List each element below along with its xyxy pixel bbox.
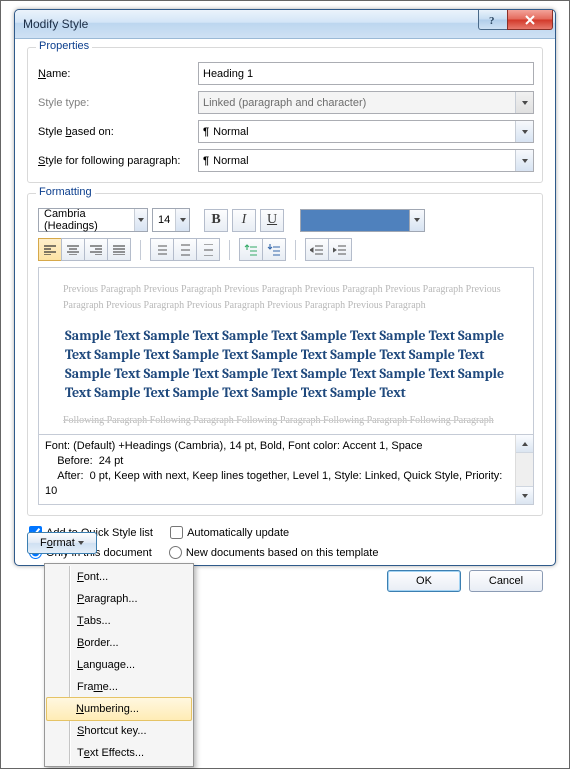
formatting-legend: Formatting xyxy=(36,186,95,198)
preview-following-text: Following Paragraph Following Paragraph … xyxy=(63,413,515,429)
scope-row: Only in this document New documents base… xyxy=(29,546,541,562)
space-before-dec-button[interactable] xyxy=(262,238,286,261)
decrease-indent-button[interactable] xyxy=(305,238,328,261)
chevron-down-icon xyxy=(414,218,420,222)
dialog-body: Properties Name: Style type: Linked (par… xyxy=(15,39,555,602)
preview-sample-text: Sample Text Sample Text Sample Text Samp… xyxy=(65,327,513,403)
format-menu: Font... Paragraph... Tabs... Border... L… xyxy=(44,563,194,767)
chevron-down-icon[interactable] xyxy=(175,209,189,231)
format-label: Format xyxy=(40,537,75,549)
menu-paragraph[interactable]: Paragraph... xyxy=(47,588,191,610)
spacing-1.5-button[interactable] xyxy=(173,238,196,261)
chevron-down-icon[interactable] xyxy=(515,121,533,142)
preview-previous-text: Previous Paragraph Previous Paragraph Pr… xyxy=(63,282,515,313)
following-label: Style for following paragraph: xyxy=(38,155,198,167)
chevron-down-icon[interactable] xyxy=(134,209,147,231)
justify-button[interactable] xyxy=(107,238,131,261)
close-button[interactable] xyxy=(507,10,553,30)
increase-indent-button[interactable] xyxy=(328,238,352,261)
style-type-value: Linked (paragraph and character) xyxy=(199,97,515,109)
font-color-dropdown[interactable] xyxy=(409,209,425,232)
following-value: Normal xyxy=(213,155,248,167)
align-left-button[interactable] xyxy=(38,238,61,261)
space-before-inc-button[interactable] xyxy=(239,238,262,261)
scroll-up-icon[interactable] xyxy=(516,435,533,453)
bold-button[interactable]: B xyxy=(204,209,228,232)
menu-font[interactable]: Font... xyxy=(47,566,191,588)
summary-scrollbar[interactable] xyxy=(515,435,533,504)
menu-text-effects[interactable]: Text Effects... xyxy=(47,742,191,764)
summary-line: Before: 24 pt xyxy=(45,454,509,469)
name-input[interactable] xyxy=(198,62,534,85)
style-summary: Font: (Default) +Headings (Cambria), 14 … xyxy=(38,435,534,505)
pilcrow-icon: ¶ xyxy=(203,155,209,167)
help-button[interactable]: ? xyxy=(478,10,508,30)
new-docs-radio[interactable]: New documents based on this template xyxy=(169,546,379,559)
align-right-button[interactable] xyxy=(84,238,107,261)
summary-line: Font: (Default) +Headings (Cambria), 14 … xyxy=(45,439,509,454)
italic-button[interactable]: I xyxy=(232,209,256,232)
underline-button[interactable]: U xyxy=(260,209,284,232)
font-value: Cambria (Headings) xyxy=(39,208,134,232)
pilcrow-icon: ¶ xyxy=(203,126,209,138)
menu-numbering[interactable]: Numbering... xyxy=(46,697,192,721)
name-label: Name: xyxy=(38,68,198,80)
font-combo[interactable]: Cambria (Headings) xyxy=(38,208,148,232)
help-icon: ? xyxy=(488,14,498,26)
titlebar[interactable]: Modify Style ? xyxy=(15,10,555,39)
modify-style-dialog: Modify Style ? Properties Name: Style ty… xyxy=(14,9,556,566)
based-on-label: Style based on: xyxy=(38,126,198,138)
summary-line: After: 0 pt, Keep with next, Keep lines … xyxy=(45,469,509,499)
close-icon xyxy=(524,15,536,25)
properties-group: Properties Name: Style type: Linked (par… xyxy=(27,47,543,183)
chevron-down-icon xyxy=(515,92,533,113)
spacing-1-button[interactable] xyxy=(150,238,173,261)
options-row: Add to Quick Style list Automatically up… xyxy=(29,526,541,542)
menu-frame[interactable]: Frame... xyxy=(47,676,191,698)
window-title: Modify Style xyxy=(23,17,88,31)
font-color-swatch[interactable] xyxy=(300,209,409,232)
style-preview: Previous Paragraph Previous Paragraph Pr… xyxy=(38,267,534,435)
ok-button[interactable]: OK xyxy=(387,570,461,592)
chevron-down-icon[interactable] xyxy=(515,150,533,171)
font-size-value: 14 xyxy=(153,214,175,226)
based-on-value: Normal xyxy=(213,126,248,138)
based-on-combo[interactable]: ¶ Normal xyxy=(198,120,534,143)
font-size-combo[interactable]: 14 xyxy=(152,208,190,232)
following-combo[interactable]: ¶ Normal xyxy=(198,149,534,172)
formatting-group: Formatting Cambria (Headings) 14 B I U xyxy=(27,193,543,516)
format-button[interactable]: Format xyxy=(27,532,97,554)
scroll-down-icon[interactable] xyxy=(516,486,533,504)
menu-border[interactable]: Border... xyxy=(47,632,191,654)
menu-tabs[interactable]: Tabs... xyxy=(47,610,191,632)
menu-language[interactable]: Language... xyxy=(47,654,191,676)
style-type-label: Style type: xyxy=(38,97,198,109)
menu-shortcut[interactable]: Shortcut key... xyxy=(47,720,191,742)
style-type-combo: Linked (paragraph and character) xyxy=(198,91,534,114)
cancel-button[interactable]: Cancel xyxy=(469,570,543,592)
svg-text:?: ? xyxy=(489,15,495,26)
chevron-down-icon xyxy=(78,541,84,545)
align-center-button[interactable] xyxy=(61,238,84,261)
properties-legend: Properties xyxy=(36,40,92,52)
spacing-2-button[interactable] xyxy=(196,238,220,261)
auto-update-check[interactable]: Automatically update xyxy=(170,526,289,539)
